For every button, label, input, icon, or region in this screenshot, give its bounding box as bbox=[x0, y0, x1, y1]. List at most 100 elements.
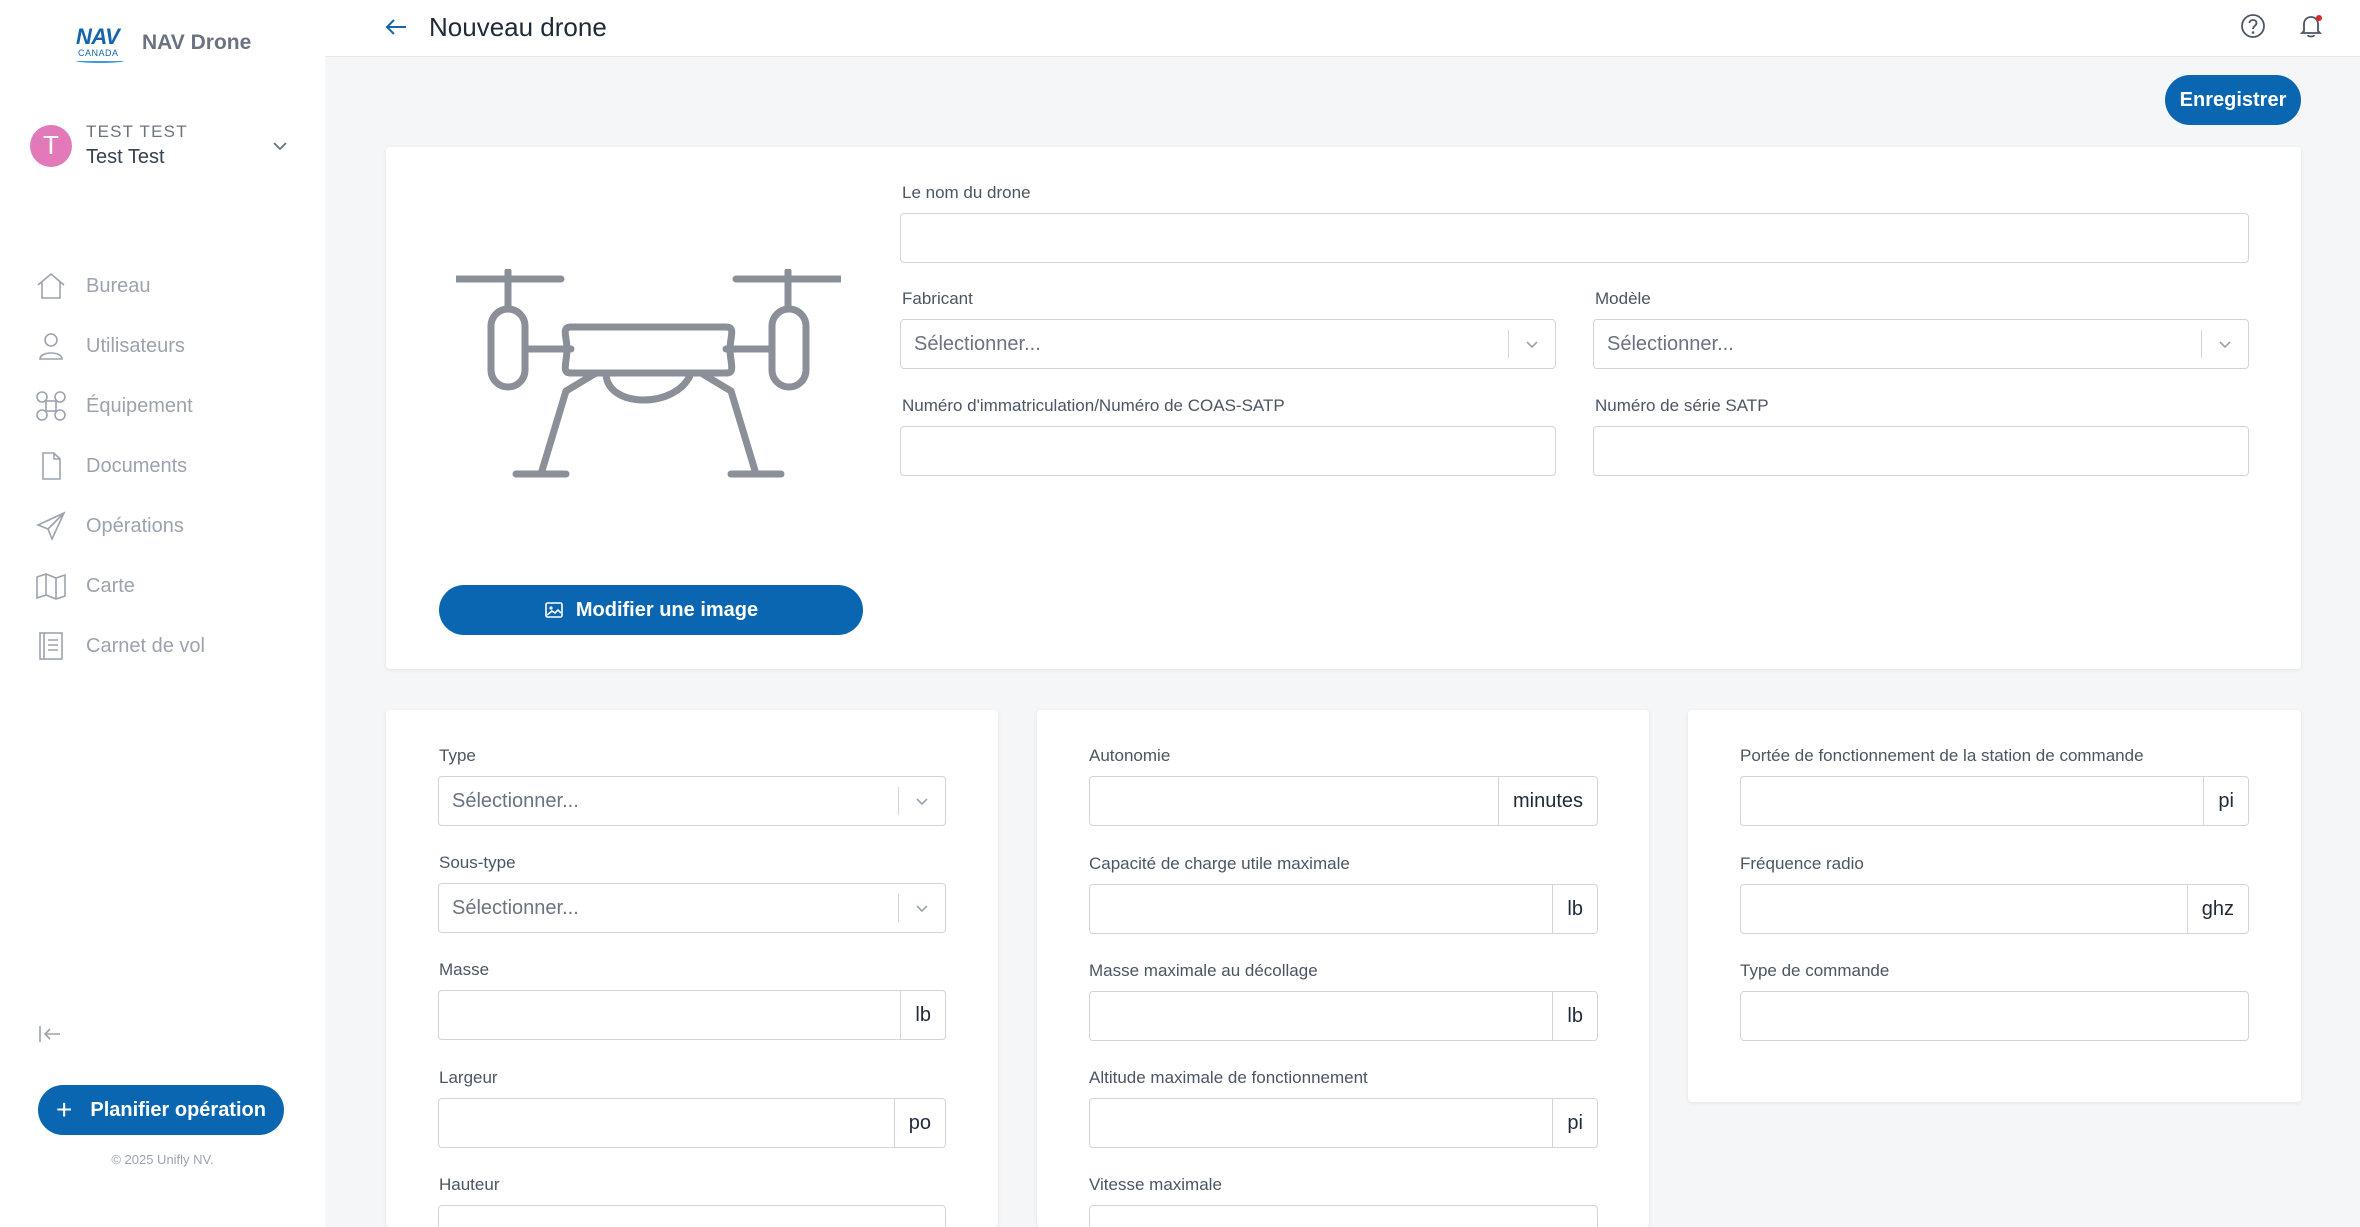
drone-specs-card-b: Autonomie minutes Capacité de charge uti… bbox=[1037, 710, 1649, 1227]
height-label: Hauteur bbox=[439, 1175, 500, 1194]
user-menu[interactable]: T TEST TEST Test Test bbox=[30, 122, 290, 169]
model-label: Modèle bbox=[1595, 289, 1651, 308]
registration-input[interactable] bbox=[900, 426, 1556, 476]
back-arrow-icon[interactable] bbox=[383, 14, 409, 40]
help-icon[interactable] bbox=[2239, 12, 2267, 40]
edit-image-label: Modifier une image bbox=[575, 598, 759, 621]
range-label: Portée de fonctionnement de la station d… bbox=[1740, 746, 2144, 765]
width-label: Largeur bbox=[439, 1068, 498, 1087]
chevron-down-icon bbox=[916, 798, 928, 806]
subtype-label: Sous-type bbox=[439, 853, 516, 872]
subtype-select[interactable]: Sélectionner... bbox=[438, 883, 946, 933]
logbook-icon bbox=[39, 632, 63, 660]
sidebar-item-label: Bureau bbox=[86, 274, 151, 297]
sidebar-item-utilisateurs[interactable]: Utilisateurs bbox=[34, 316, 205, 376]
subtype-placeholder: Sélectionner... bbox=[452, 896, 579, 919]
sidebar-item-carte[interactable]: Carte bbox=[34, 556, 205, 616]
manufacturer-label: Fabricant bbox=[902, 289, 973, 308]
max-speed-input[interactable] bbox=[1089, 1205, 1598, 1227]
frequency-input[interactable]: ghz bbox=[1740, 884, 2249, 934]
type-placeholder: Sélectionner... bbox=[452, 789, 579, 812]
frequency-label: Fréquence radio bbox=[1740, 854, 1864, 873]
autonomy-label: Autonomie bbox=[1089, 746, 1171, 765]
type-label: Type bbox=[439, 746, 476, 765]
registration-label: Numéro d'immatriculation/Numéro de COAS-… bbox=[902, 396, 1285, 415]
drone-icon bbox=[36, 391, 66, 421]
manufacturer-placeholder: Sélectionner... bbox=[914, 332, 1041, 355]
autonomy-input[interactable]: minutes bbox=[1089, 776, 1598, 826]
autonomy-unit: minutes bbox=[1497, 777, 1597, 825]
drone-specs-card-a: Type Sélectionner... Sous-type Sélection… bbox=[386, 710, 998, 1227]
plus-icon: + bbox=[56, 1094, 73, 1125]
sidebar-item-equipement[interactable]: Équipement bbox=[34, 376, 205, 436]
map-icon bbox=[36, 573, 66, 600]
avatar: T bbox=[30, 124, 72, 167]
user-name: Test Test bbox=[86, 146, 165, 168]
collapse-sidebar-icon[interactable] bbox=[36, 1020, 64, 1048]
image-icon bbox=[545, 602, 563, 618]
plan-operation-label: Planifier opération bbox=[90, 1098, 266, 1121]
mass-label: Masse bbox=[439, 960, 490, 979]
drone-specs-card-c: Portée de fonctionnement de la station d… bbox=[1688, 710, 2301, 1102]
command-type-label: Type de commande bbox=[1740, 961, 1890, 980]
frequency-unit: ghz bbox=[2186, 885, 2248, 933]
notification-bell-icon[interactable] bbox=[2297, 12, 2325, 40]
drone-name-input[interactable] bbox=[900, 213, 2249, 263]
altitude-input[interactable]: pi bbox=[1089, 1098, 1598, 1148]
sidebar-nav: Bureau Utilisateurs Équipement Documents… bbox=[34, 256, 205, 676]
mass-unit: lb bbox=[900, 991, 945, 1039]
user-icon bbox=[39, 333, 63, 360]
app-logo[interactable]: NAV CANADA NAV Drone bbox=[76, 24, 252, 63]
home-icon bbox=[37, 272, 65, 299]
nav-canada-logo: NAV CANADA bbox=[76, 24, 128, 63]
chevron-down-icon bbox=[1526, 341, 1538, 349]
sidebar: NAV CANADA NAV Drone T TEST TEST Test Te… bbox=[0, 0, 325, 1227]
app-name: NAV Drone bbox=[142, 31, 252, 54]
chevron-down-icon bbox=[2219, 341, 2231, 349]
sidebar-item-label: Équipement bbox=[86, 394, 193, 417]
user-org: TEST TEST bbox=[86, 122, 188, 141]
chevron-down-icon[interactable] bbox=[270, 136, 290, 156]
edit-image-button[interactable]: Modifier une image bbox=[439, 585, 863, 635]
manufacturer-select[interactable]: Sélectionner... bbox=[900, 319, 1556, 369]
plan-operation-button[interactable]: + Planifier opération bbox=[38, 1085, 284, 1135]
paper-plane-icon bbox=[35, 511, 66, 542]
mtow-unit: lb bbox=[1552, 992, 1597, 1040]
mass-input[interactable]: lb bbox=[438, 990, 946, 1040]
drone-name-label: Le nom du drone bbox=[902, 183, 1031, 202]
type-select[interactable]: Sélectionner... bbox=[438, 776, 946, 826]
chevron-down-icon bbox=[916, 905, 928, 913]
altitude-label: Altitude maximale de fonctionnement bbox=[1089, 1068, 1368, 1087]
payload-input[interactable]: lb bbox=[1089, 884, 1598, 934]
serial-number-input[interactable] bbox=[1593, 426, 2249, 476]
sidebar-item-documents[interactable]: Documents bbox=[34, 436, 205, 496]
topbar: Nouveau drone bbox=[325, 0, 2360, 57]
sidebar-item-bureau[interactable]: Bureau bbox=[34, 256, 205, 316]
sidebar-item-label: Carte bbox=[86, 574, 135, 597]
document-icon bbox=[42, 452, 61, 480]
max-speed-label: Vitesse maximale bbox=[1089, 1175, 1222, 1194]
payload-unit: lb bbox=[1552, 885, 1597, 933]
sidebar-item-label: Opérations bbox=[86, 514, 184, 537]
range-unit: pi bbox=[2203, 777, 2248, 825]
altitude-unit: pi bbox=[1552, 1099, 1597, 1147]
sidebar-item-label: Utilisateurs bbox=[86, 334, 185, 357]
serial-number-label: Numéro de série SATP bbox=[1595, 396, 1769, 415]
drone-identity-card: Modifier une image Le nom du drone Fabri… bbox=[386, 147, 2301, 669]
range-input[interactable]: pi bbox=[1740, 776, 2249, 826]
width-input[interactable]: po bbox=[438, 1098, 946, 1148]
sidebar-item-label: Carnet de vol bbox=[86, 634, 205, 657]
page-title: Nouveau drone bbox=[429, 12, 607, 42]
command-type-input[interactable] bbox=[1740, 991, 2249, 1041]
mtow-input[interactable]: lb bbox=[1089, 991, 1598, 1041]
sidebar-item-operations[interactable]: Opérations bbox=[34, 496, 205, 556]
model-placeholder: Sélectionner... bbox=[1607, 332, 1734, 355]
payload-label: Capacité de charge utile maximale bbox=[1089, 854, 1350, 873]
model-select[interactable]: Sélectionner... bbox=[1593, 319, 2249, 369]
save-button[interactable]: Enregistrer bbox=[2165, 75, 2301, 125]
sidebar-item-label: Documents bbox=[86, 454, 188, 477]
copyright: © 2025 Unifly NV. bbox=[111, 1152, 214, 1167]
mtow-label: Masse maximale au décollage bbox=[1089, 961, 1318, 980]
sidebar-item-carnet-de-vol[interactable]: Carnet de vol bbox=[34, 616, 205, 676]
height-input[interactable] bbox=[438, 1205, 946, 1227]
